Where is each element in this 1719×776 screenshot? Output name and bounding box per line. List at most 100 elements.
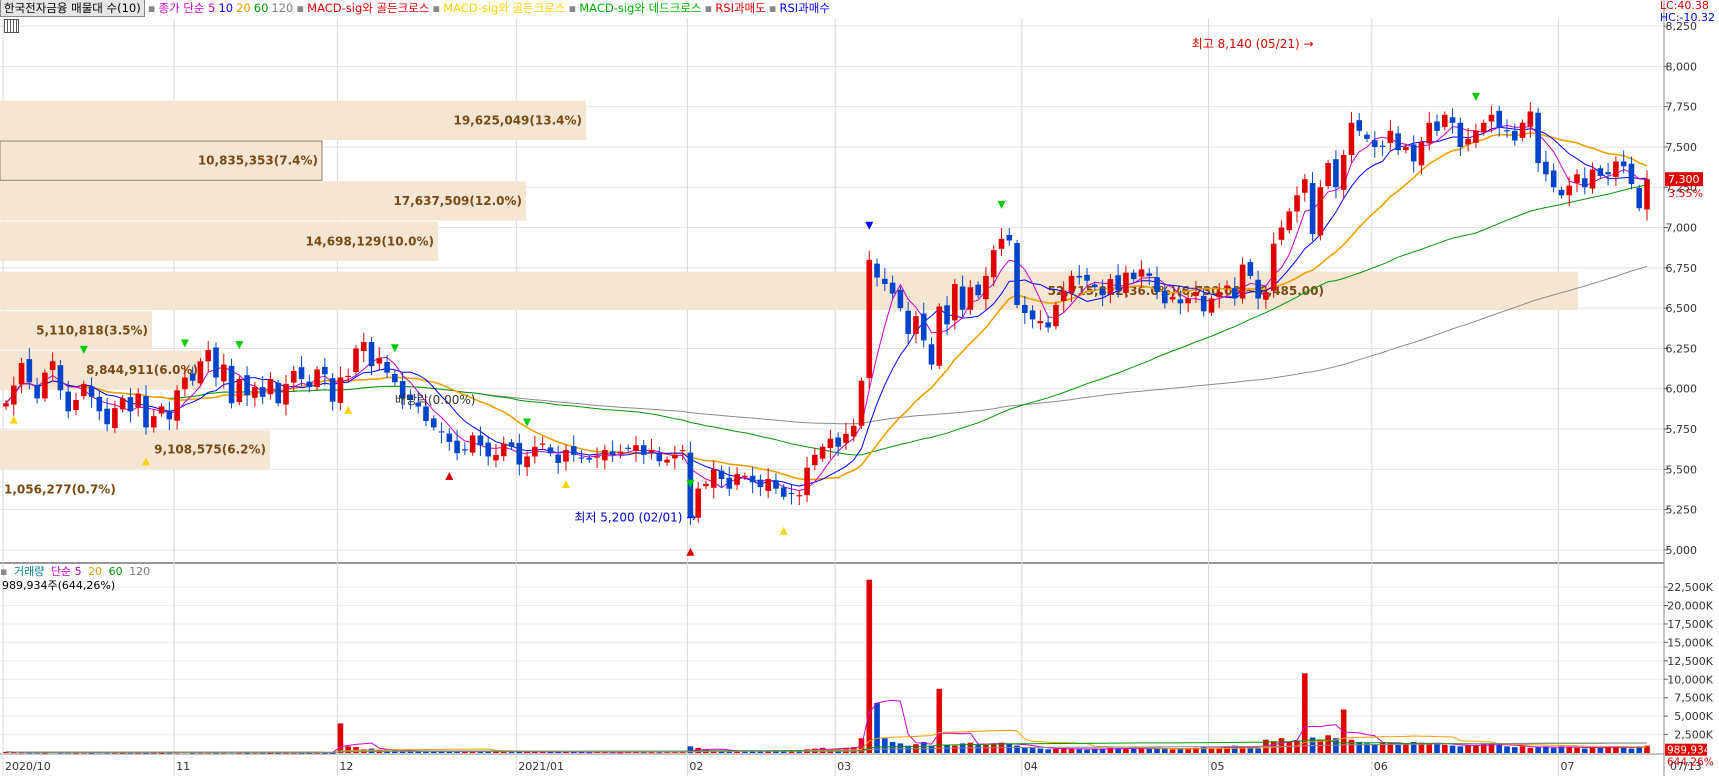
volume-bar: [1535, 747, 1541, 753]
candle: [135, 393, 142, 408]
candle: [703, 483, 709, 487]
volume-bar: [1169, 749, 1176, 753]
candle: [1076, 275, 1083, 278]
low-annotation: 최저 5,200 (02/01) →: [574, 511, 696, 525]
candle: [1527, 111, 1534, 127]
grid-toggle-icon[interactable]: [4, 19, 19, 33]
legend-rsi-oversold[interactable]: RSI과매도: [715, 0, 765, 16]
candle: [633, 445, 639, 451]
volume-bar: [1566, 747, 1573, 753]
candle: [905, 310, 911, 334]
high-annotation: 최고 8,140 (05/21) →: [1192, 37, 1314, 51]
price-tick-label: 5,750: [1666, 423, 1698, 436]
price-tick-label: 5,250: [1666, 504, 1698, 517]
candle: [555, 454, 561, 463]
candle: [866, 259, 873, 379]
legend-macd-dead[interactable]: MACD-sig와 데드크로스: [579, 0, 701, 16]
volume-bar: [882, 738, 888, 753]
volume-bar: [1449, 745, 1456, 753]
volume-bar: [1278, 738, 1285, 753]
candle: [182, 377, 188, 390]
price-tick-label: 6,500: [1666, 302, 1698, 315]
price-tick-label: 7,000: [1666, 222, 1698, 235]
signal-arrow: [561, 480, 570, 488]
legend-macd-golden-2[interactable]: MACD-sig와 골든크로스: [443, 0, 565, 16]
legend-macd-golden-1[interactable]: MACD-sig와 골든크로스: [307, 0, 429, 16]
candle: [1232, 288, 1238, 299]
volume-bar: [1130, 748, 1137, 753]
volume-bar: [975, 744, 981, 753]
legend-ma5[interactable]: 종가 단순 5: [159, 0, 216, 16]
legend-bullet: ▪: [568, 1, 577, 15]
candle: [1029, 310, 1036, 320]
legend-bullet: ▪: [768, 1, 777, 15]
candle: [897, 289, 904, 309]
candle: [1255, 279, 1261, 299]
candle: [672, 454, 678, 459]
volume-profile-label: 1,056,277(0.7%): [4, 482, 116, 496]
candle: [1519, 122, 1526, 138]
volume-bar: [1426, 744, 1433, 753]
volume-bar: [1123, 748, 1129, 753]
legend-vol-ma120[interactable]: 120: [129, 565, 150, 578]
candle: [819, 446, 826, 459]
volume-profile-label: 8,844,911(6.0%): [86, 363, 198, 377]
date-axis: 2020/10 11 12 2021/01 02 03 04 05 06 07 07/13: [5, 760, 1702, 773]
price-tick-label: 5,000: [1666, 544, 1698, 557]
candle: [96, 396, 103, 412]
volume-bar: [1403, 743, 1409, 753]
chart-title[interactable]: 한국전자금융 매물대 수(10): [0, 0, 145, 17]
candle: [1294, 195, 1300, 212]
candle: [73, 400, 79, 411]
stock-chart[interactable]: 19,625,049(13.4%) 10,835,353(7.4%) 17,637,…: [0, 0, 1719, 776]
signal-arrow: [235, 341, 244, 350]
volume-bar: [1053, 748, 1059, 753]
candle: [314, 369, 320, 388]
volume-bar: [1092, 749, 1098, 753]
volume-bar: [1511, 747, 1518, 753]
candle: [578, 457, 585, 459]
date-tick-label: 2021/01: [518, 760, 564, 773]
candle: [469, 435, 476, 453]
volume-bar: [1185, 748, 1191, 753]
candle: [88, 386, 95, 397]
legend-ma20[interactable]: 20: [236, 1, 251, 15]
candle: [1193, 292, 1199, 296]
volume-bar: [1527, 747, 1534, 753]
candle: [1333, 159, 1339, 188]
candle: [1581, 178, 1588, 188]
price-tick-label: 5,500: [1666, 463, 1698, 476]
candle: [220, 364, 227, 382]
candle: [446, 433, 453, 442]
legend-ma10[interactable]: 10: [218, 1, 233, 15]
candle: [710, 469, 717, 488]
volume-tick-label: 7,500K: [1674, 692, 1713, 705]
price-tick-label: 6,750: [1666, 262, 1698, 275]
volume-bar: [1356, 741, 1363, 753]
candle: [944, 305, 950, 325]
volume-profile-label: 9,108,575(6.2%): [154, 443, 266, 457]
legend-ma120[interactable]: 120: [271, 1, 293, 15]
candle: [539, 443, 546, 445]
candle: [1263, 292, 1269, 300]
legend-ma60[interactable]: 60: [254, 1, 269, 15]
current-price-label: 7,300: [1668, 173, 1700, 186]
candle: [936, 306, 943, 366]
candle: [1356, 120, 1363, 131]
candle: [1224, 285, 1230, 289]
legend-rsi-overbought[interactable]: RSI과매수: [780, 0, 830, 16]
candle: [516, 442, 523, 465]
candle: [998, 238, 1005, 249]
candle: [664, 459, 670, 463]
candle: [563, 450, 569, 462]
candle: [734, 474, 740, 485]
candle: [1014, 243, 1020, 305]
candle: [1371, 140, 1378, 147]
candle: [384, 361, 390, 373]
candle: [796, 495, 803, 497]
current-volume-label: 989,934: [1667, 745, 1711, 757]
candle: [197, 361, 204, 384]
current-volume-pct: 644.26%: [1667, 757, 1714, 769]
candle: [920, 313, 927, 341]
price-tick-label: 7,750: [1666, 101, 1698, 114]
